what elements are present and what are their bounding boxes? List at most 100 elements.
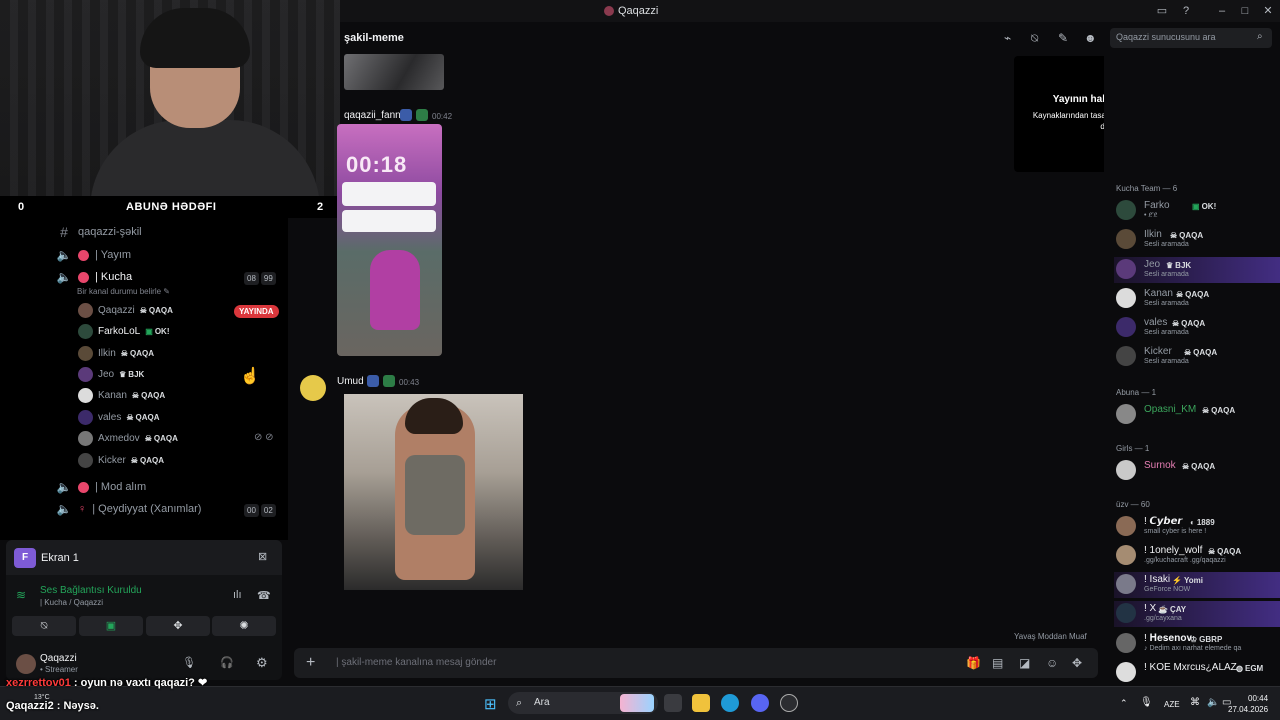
avatar bbox=[1116, 460, 1136, 480]
channel-status-prompt[interactable]: Bir kanal durumu belirle ✎ bbox=[77, 287, 170, 296]
message-author[interactable]: Umud bbox=[337, 376, 364, 387]
role-tag-label: 1889 bbox=[1196, 518, 1215, 527]
popout-icon[interactable]: ⊠ bbox=[258, 550, 267, 563]
member-item[interactable]: ! X ☕ ÇAY .gg/cayxana bbox=[1114, 601, 1280, 627]
inbox-icon[interactable]: ▭ bbox=[1154, 3, 1170, 19]
voice-connection-status[interactable]: Ses Bağlantısı Kuruldu bbox=[40, 585, 142, 596]
role-tag: ☠ QAQA bbox=[1184, 348, 1217, 357]
screen-share-icon: ▣ bbox=[105, 620, 117, 632]
voice-user[interactable]: Ilkin ☠ QAQA bbox=[78, 343, 154, 363]
avatar[interactable] bbox=[16, 654, 36, 674]
member-item[interactable]: ! 𝘾𝙮𝙗𝙚𝙧 ◐ 1889 small cyber is here ! bbox=[1114, 514, 1280, 540]
language-indicator[interactable]: AZE bbox=[1164, 700, 1180, 709]
member-item[interactable]: ! 𝐇𝐞𝐬𝐞𝐧𝐨𝐯 ♔ GBRP ♪ Dedim axı narhat eleme… bbox=[1114, 631, 1280, 657]
threads-icon[interactable]: ⌁ bbox=[1004, 31, 1011, 45]
notifications-muted-icon[interactable]: ⍉ bbox=[1031, 31, 1038, 46]
close-button[interactable]: ✕ bbox=[1260, 3, 1276, 19]
member-item[interactable]: Kicker ☠ QAQA Sesli aramada bbox=[1114, 344, 1280, 370]
task-view-icon[interactable] bbox=[664, 694, 682, 712]
gif-icon[interactable]: ▤ bbox=[992, 656, 1003, 670]
voice-user[interactable]: Jeo ♛ BJK bbox=[78, 364, 144, 384]
role-tag-label: QAQA bbox=[1185, 290, 1210, 299]
avatar bbox=[1116, 404, 1136, 424]
member-name: ! 1onely_wolf bbox=[1144, 545, 1203, 556]
member-item[interactable]: vales ☠ QAQA Sesli aramada bbox=[1114, 315, 1280, 341]
clock-date[interactable]: 27.04.2026 bbox=[1228, 705, 1268, 714]
network-icon[interactable]: ⌘ bbox=[1190, 697, 1200, 708]
settings-gear-icon[interactable]: ⚙ bbox=[256, 655, 268, 671]
speaker-icon: 🔈 bbox=[56, 480, 72, 494]
badge-icon: ◐ bbox=[1190, 518, 1195, 527]
member-item[interactable]: ! Isaki ⚡ Yomi GeForce NOW bbox=[1114, 572, 1280, 598]
channel-kucha[interactable]: 🔈 | Kucha bbox=[56, 267, 133, 287]
member-item[interactable]: ! 1onely_wolf ☠ QAQA .gg/kuchacraft .gg/q… bbox=[1114, 543, 1280, 569]
add-attachment-icon[interactable]: + bbox=[306, 654, 315, 672]
avatar bbox=[78, 409, 93, 425]
member-item[interactable]: Jeo ♛ BJK Sesli aramada bbox=[1114, 257, 1280, 283]
help-icon[interactable]: ? bbox=[1178, 3, 1194, 19]
apps-icon[interactable]: ✥ bbox=[1072, 656, 1082, 670]
minimize-button[interactable]: – bbox=[1214, 3, 1230, 19]
discord-icon[interactable] bbox=[751, 694, 769, 712]
avatar bbox=[1116, 516, 1136, 536]
channel-qeydiyyat[interactable]: 🔈 ♀ | Qeydiyyat (Xanımlar) bbox=[56, 499, 202, 519]
windows-start-icon[interactable]: ⊞ bbox=[484, 695, 497, 713]
current-user-name[interactable]: Qaqazzi bbox=[40, 653, 77, 664]
file-explorer-icon[interactable] bbox=[692, 694, 710, 712]
server-search-input[interactable]: Qaqazzi sunucusunu ara bbox=[1110, 28, 1272, 48]
tray-chevron-icon[interactable]: ⌃ bbox=[1120, 698, 1128, 709]
edge-icon[interactable] bbox=[721, 694, 739, 712]
camera-button[interactable]: ⍉ bbox=[12, 616, 76, 636]
screen-share-button[interactable]: ▣ bbox=[79, 616, 143, 636]
voice-user[interactable]: Axmedov ☠ QAQA bbox=[78, 428, 178, 448]
role-tag: ⚡ Yomi bbox=[1172, 576, 1203, 585]
member-item[interactable]: Opasni_KM ☠ QAQA bbox=[1114, 402, 1280, 428]
member-item[interactable]: Surnok ☠ QAQA bbox=[1114, 458, 1280, 484]
maximize-button[interactable]: □ bbox=[1237, 3, 1253, 19]
voice-user[interactable]: FarkoLoL ▣ OK! bbox=[78, 321, 169, 341]
member-item[interactable]: Farko ▣ OK! • ደ'ደ bbox=[1114, 198, 1280, 224]
role-tag-label: QAQA bbox=[139, 455, 164, 465]
skull-icon: ☠ bbox=[1184, 348, 1192, 357]
activities-button[interactable]: ✥ bbox=[146, 616, 210, 636]
avatar bbox=[1116, 574, 1136, 594]
member-group-header: Kucha Team — 6 bbox=[1116, 184, 1178, 193]
volume-icon[interactable]: 🔈 bbox=[1207, 697, 1219, 708]
channel-qaqazzi-sekil[interactable]: # qaqazzi-şəkil bbox=[56, 222, 142, 242]
clock-time[interactable]: 00:44 bbox=[1248, 694, 1268, 703]
voice-user-name: Axmedov bbox=[98, 432, 140, 444]
noise-suppression-icon[interactable]: ılı bbox=[233, 589, 242, 601]
headphones-icon[interactable]: 🎧 bbox=[220, 656, 234, 669]
soundboard-button[interactable]: ✺ bbox=[212, 616, 276, 636]
skull-icon: ☠ bbox=[1182, 462, 1190, 471]
emoji-icon[interactable]: ☺ bbox=[1046, 656, 1058, 670]
voice-user[interactable]: Qaqazzi ☠ QAQA bbox=[78, 300, 173, 320]
member-list-icon[interactable]: ☻ bbox=[1084, 31, 1097, 45]
disconnect-icon[interactable]: ☎ bbox=[257, 589, 271, 602]
stream-chat-line: Qaqazzi2 : Nəysə. bbox=[6, 700, 99, 712]
message-timestamp: 00:42 bbox=[432, 112, 453, 121]
member-item[interactable]: Ilkin ☠ QAQA Sesli aramada bbox=[1114, 227, 1280, 253]
channel-mod-alim[interactable]: 🔈 | Mod alım bbox=[56, 477, 147, 497]
app-icon[interactable] bbox=[780, 694, 798, 712]
stream-label[interactable]: Ekran 1 bbox=[41, 552, 79, 564]
count-limit: 99 bbox=[260, 272, 276, 285]
voice-user[interactable]: Kanan ☠ QAQA bbox=[78, 385, 165, 405]
voice-user[interactable]: vales ☠ QAQA bbox=[78, 407, 160, 427]
microphone-icon[interactable]: 🎙 bbox=[1140, 697, 1153, 708]
gift-icon[interactable]: 🎁 bbox=[966, 656, 981, 670]
member-item[interactable]: Kanan ☠ QAQA Sesli aramada bbox=[1114, 286, 1280, 312]
check-icon: ▣ bbox=[145, 326, 153, 336]
microphone-icon[interactable]: 🎙 bbox=[182, 656, 196, 669]
voice-user[interactable]: Kicker ☠ QAQA bbox=[78, 450, 164, 470]
channel-yayim[interactable]: 🔈 | Yayım bbox=[56, 245, 132, 265]
avatar[interactable] bbox=[300, 375, 326, 401]
activities-icon: ✥ bbox=[173, 620, 183, 632]
role-tag-label: QAQA bbox=[129, 348, 154, 358]
image-attachment[interactable] bbox=[344, 54, 444, 90]
message-author[interactable]: qaqazii_fann bbox=[344, 110, 401, 121]
member-item[interactable]: ! KOE Mxrcus¿ALAZ ◍ EGM bbox=[1114, 660, 1280, 686]
pin-icon[interactable]: ✎ bbox=[1058, 31, 1068, 45]
sticker-icon[interactable]: ◪ bbox=[1019, 656, 1030, 670]
skull-icon: ☠ bbox=[120, 348, 128, 358]
